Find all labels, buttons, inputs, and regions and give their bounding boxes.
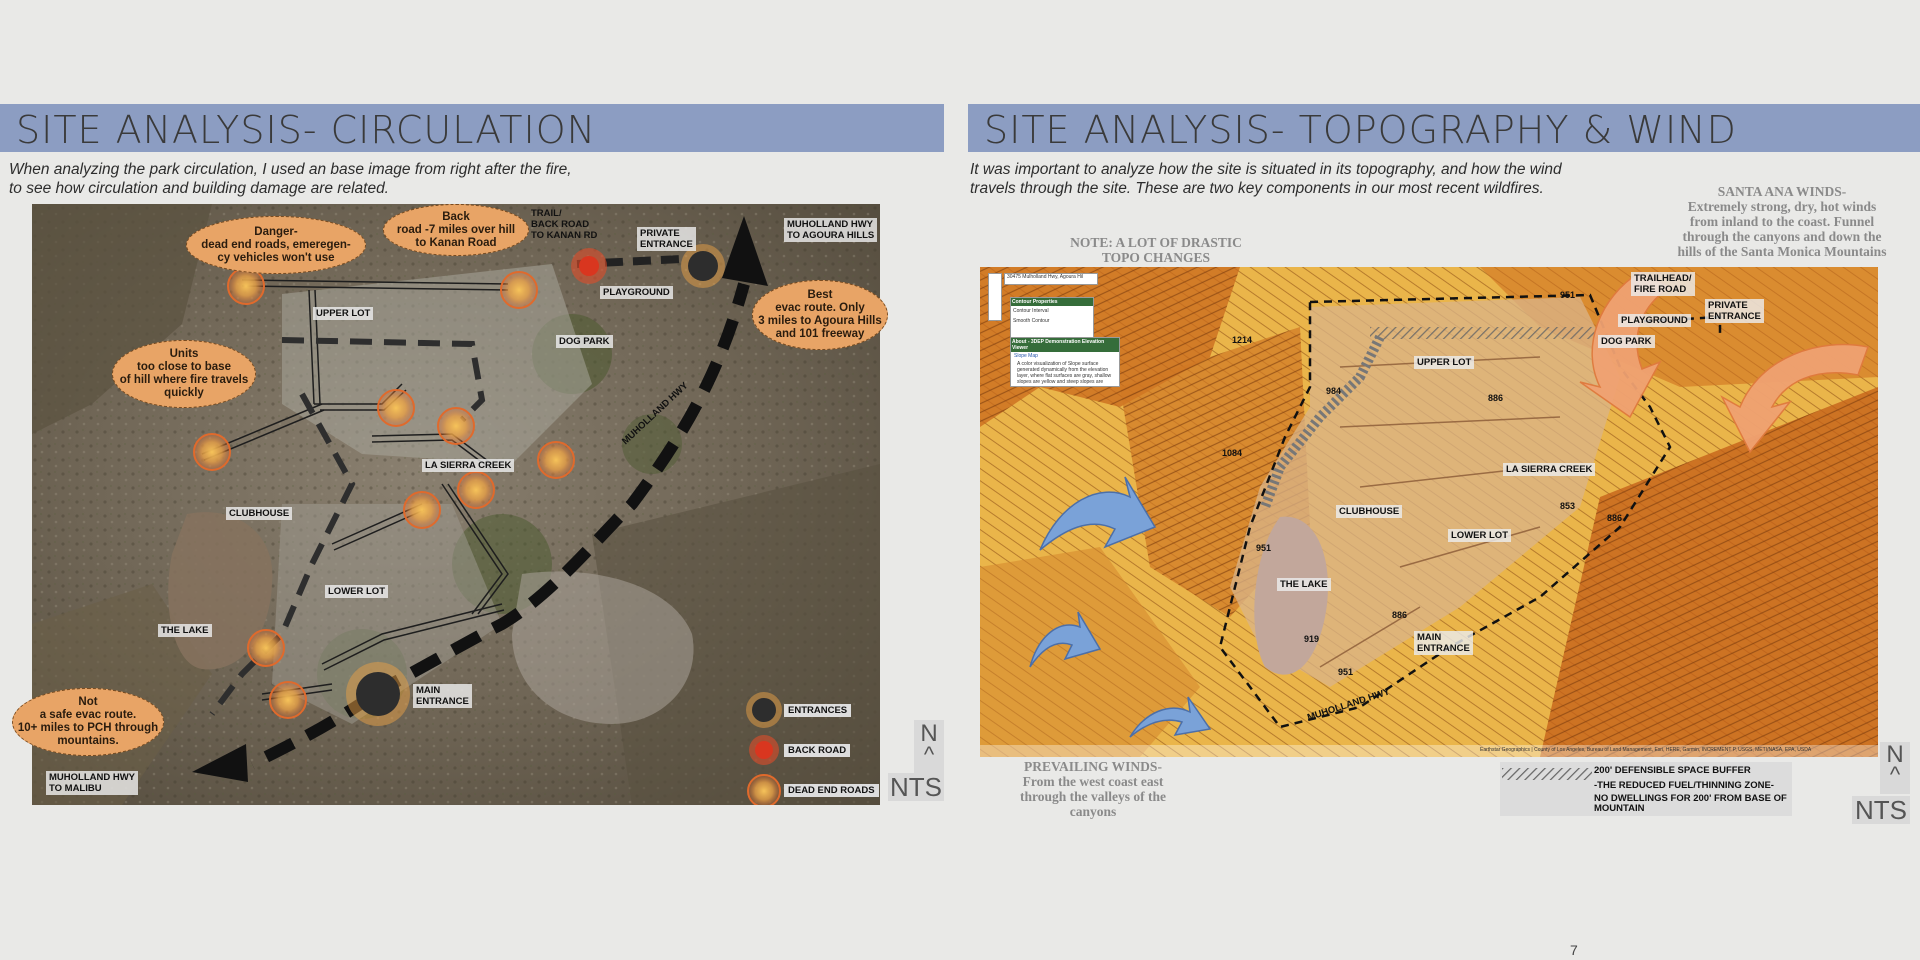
- elevation-mark: 951: [1338, 667, 1354, 677]
- note-prevailing-winds: PREVAILING WINDS- From the west coast ea…: [1019, 759, 1166, 819]
- label-main-entrance: MAIN ENTRANCE: [413, 684, 472, 708]
- elevation-mark: 886: [1392, 610, 1408, 620]
- right-intro-text: It was important to analyze how the site…: [970, 161, 1562, 197]
- left-title-band: SITE ANALYSIS- CIRCULATION: [0, 104, 944, 152]
- note-danger: Danger- dead end roads, emeregen- cy veh…: [186, 216, 366, 274]
- north-caret-icon: ^: [923, 742, 935, 767]
- label-private-entrance: PRIVATE ENTRANCE: [1705, 299, 1764, 323]
- legend-entrances: ENTRANCES: [784, 704, 852, 717]
- left-page-title: SITE ANALYSIS- CIRCULATION: [16, 108, 597, 152]
- label-playground: PLAYGROUND: [600, 286, 673, 299]
- elevation-mark: 919: [1304, 634, 1320, 644]
- elevation-mark: 951: [1560, 290, 1576, 300]
- note-back-road: Back road -7 miles over hill to Kanan Ro…: [383, 204, 529, 256]
- label-trail-back-road: TRAIL/ BACK ROAD TO KANAN RD: [531, 208, 598, 241]
- label-upper-lot: UPPER LOT: [1414, 356, 1475, 369]
- topography-map: 30475 Mulholland Hwy, Agoura Hil Contour…: [980, 267, 1878, 757]
- label-the-lake: THE LAKE: [158, 624, 212, 637]
- buffer-legend-line1: 200' DEFENSIBLE SPACE BUFFER: [1594, 765, 1751, 776]
- north-caret-icon: ^: [1889, 762, 1901, 787]
- note-not-safe: Not a safe evac route. 10+ miles to PCH …: [12, 688, 164, 756]
- buffer-legend-line3: NO DWELLINGS FOR 200' FROM BASE OF MOUNT…: [1594, 793, 1787, 814]
- label-playground: PLAYGROUND: [1618, 314, 1691, 327]
- elevation-mark: 886: [1607, 513, 1623, 523]
- label-dog-park: DOG PARK: [556, 335, 613, 348]
- buffer-hatch-icon: [1502, 768, 1592, 780]
- label-clubhouse: CLUBHOUSE: [1336, 505, 1403, 518]
- main-entrance-marker: [346, 662, 410, 726]
- elevation-mark: 1084: [1222, 448, 1243, 458]
- note-units: Units too close to base of hill where fi…: [112, 340, 256, 408]
- elevation-mark: 853: [1560, 501, 1576, 511]
- zoom-controls[interactable]: [988, 273, 1002, 321]
- legend-dead-end-roads: DEAD END ROADS: [784, 784, 879, 797]
- elevation-mark: 951: [1256, 543, 1272, 553]
- left-nts-label: NTS: [888, 772, 944, 802]
- left-intro-text: When analyzing the park circulation, I u…: [9, 161, 572, 197]
- label-the-lake: THE LAKE: [1277, 578, 1331, 591]
- label-dog-park: DOG PARK: [1598, 335, 1655, 348]
- label-main-entrance: MAIN ENTRANCE: [1414, 631, 1473, 655]
- legend-back-road: BACK ROAD: [784, 744, 851, 757]
- label-la-sierra-creek: LA SIERRA CREEK: [1503, 463, 1596, 476]
- label-clubhouse: CLUBHOUSE: [226, 507, 293, 520]
- label-private-entrance: PRIVATE ENTRANCE: [637, 227, 696, 251]
- buffer-legend-line2: -THE REDUCED FUEL/THINNING ZONE-: [1594, 780, 1774, 791]
- right-north-arrow: N ^: [1880, 742, 1910, 794]
- buffer-legend: 200' DEFENSIBLE SPACE BUFFER -THE REDUCE…: [1500, 762, 1792, 816]
- map-attribution: Earthstar Geographics | County of Los An…: [1480, 747, 1812, 753]
- label-la-sierra-creek: LA SIERRA CREEK: [422, 459, 515, 472]
- label-lower-lot: LOWER LOT: [1448, 529, 1511, 542]
- note-topo-changes: NOTE: A LOT OF DRASTIC TOPO CHANGES: [1070, 235, 1242, 265]
- label-lower-lot: LOWER LOT: [325, 585, 388, 598]
- legend-icons: [746, 692, 782, 805]
- label-to-agoura: MUHOLLAND HWY TO AGOURA HILLS: [784, 218, 878, 242]
- elevation-viewer-widget[interactable]: 30475 Mulholland Hwy, Agoura Hil Contour…: [988, 273, 1120, 393]
- elevation-mark: 1214: [1232, 335, 1253, 345]
- elevation-mark: 886: [1488, 393, 1504, 403]
- label-to-malibu: MUHOLLAND HWY TO MALIBU: [46, 771, 139, 795]
- elevation-mark: 984: [1326, 386, 1342, 396]
- contour-properties-panel: Contour Properties Contour Interval Smoo…: [1010, 297, 1094, 339]
- map-search-input[interactable]: 30475 Mulholland Hwy, Agoura Hil: [1004, 273, 1098, 285]
- note-santa-ana-winds: SANTA ANA WINDS- Extremely strong, dry, …: [1677, 184, 1887, 259]
- page-number: 7: [1570, 942, 1578, 958]
- left-north-arrow: N ^: [914, 720, 944, 780]
- label-trailhead: TRAILHEAD/ FIRE ROAD: [1631, 272, 1695, 296]
- label-upper-lot: UPPER LOT: [313, 307, 374, 320]
- right-page-title: SITE ANALYSIS- TOPOGRAPHY & WIND: [984, 108, 1737, 152]
- about-panel: About - 3DEP Demonstration Elevation Vie…: [1010, 337, 1120, 387]
- right-nts-label: NTS: [1852, 796, 1910, 824]
- note-best-evac: Best evac route. Only 3 miles to Agoura …: [752, 280, 888, 350]
- right-title-band: SITE ANALYSIS- TOPOGRAPHY & WIND: [968, 104, 1920, 152]
